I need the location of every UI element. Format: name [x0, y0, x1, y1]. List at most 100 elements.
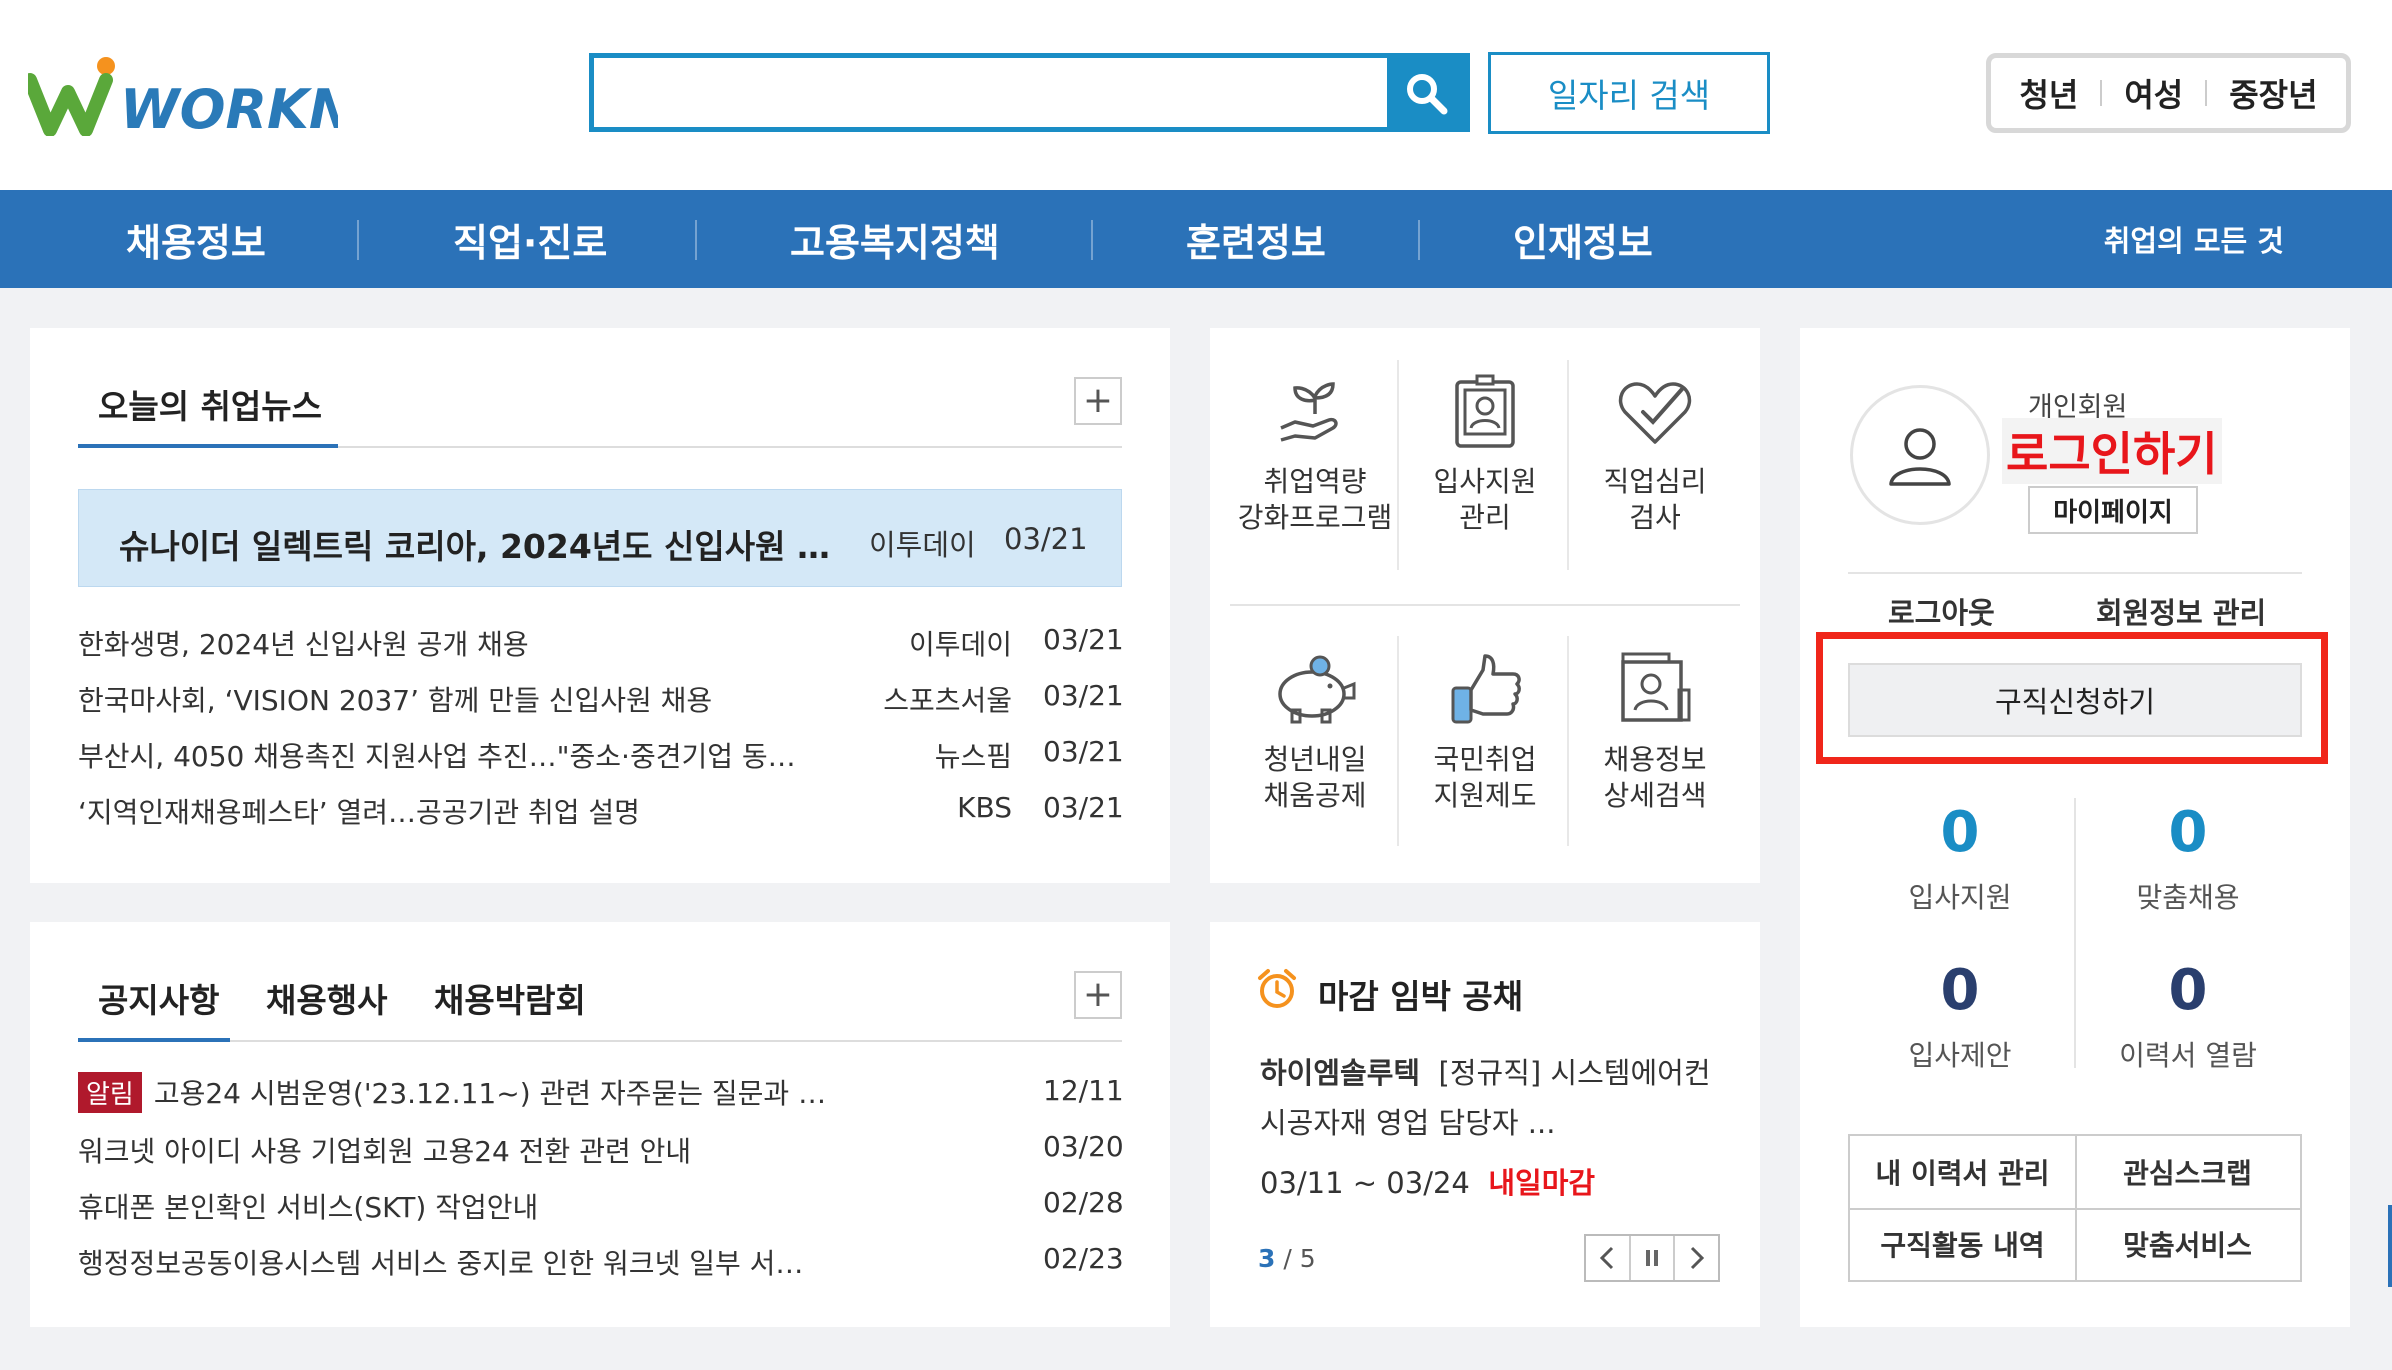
news-title-underline: [78, 444, 338, 448]
news-title[interactable]: 오늘의 취업뉴스: [98, 380, 322, 428]
pause-icon: [1646, 1250, 1658, 1266]
notice-item-date: 12/11: [1043, 1074, 1124, 1107]
notice-item-title[interactable]: 휴대폰 본인확인 서비스(SKT) 작업안내: [78, 1186, 538, 1226]
deadline-title[interactable]: 마감 임박 공채: [1318, 970, 1523, 1018]
deadline-urgent-badge: 내일마감: [1488, 1166, 1596, 1200]
grid-divider: [1230, 604, 1740, 606]
news-item-title[interactable]: 한화생명, 2024년 신입사원 공개 채용: [78, 623, 529, 663]
nav-item-welfare-policy[interactable]: 고용복지정책: [790, 190, 1000, 288]
tab-job-fair[interactable]: 채용박람회: [434, 974, 586, 1022]
nav-item-talent[interactable]: 인재정보: [1513, 190, 1653, 288]
deadline-job-title: [정규직] 시스템에어컨: [1438, 1056, 1711, 1090]
news-highlight-source: 이투데이: [869, 528, 976, 562]
heart-check-icon: [1618, 382, 1692, 444]
sprout-hand-icon: [1280, 382, 1338, 442]
stat-applications-label: 입사지원: [1908, 881, 2012, 914]
my-resume-button[interactable]: 내 이력서 관리: [1850, 1136, 2075, 1208]
service-youth-savings[interactable]: 청년내일 채움공제: [1230, 648, 1400, 814]
scrollbar-thumb[interactable]: [2388, 1205, 2392, 1287]
nav-all-about-jobs[interactable]: 취업의 모든 것: [2104, 190, 2284, 288]
news-highlight-title: 슈나이더 일렉트릭 코리아, 2024년도 신입사원 …: [119, 527, 830, 566]
notice-item-title[interactable]: 워크넷 아이디 사용 기업회원 고용24 전환 관련 안내: [78, 1130, 691, 1170]
nav-divider: [357, 220, 359, 260]
prev-button[interactable]: [1586, 1236, 1631, 1280]
custom-service-button[interactable]: 맞춤서비스: [2075, 1208, 2300, 1280]
scrap-button[interactable]: 관심스크랩: [2075, 1136, 2300, 1208]
worknet-logo[interactable]: WORKNET: [28, 56, 338, 136]
service-application-management[interactable]: 입사지원 관리: [1400, 370, 1570, 536]
nav-item-recruitment[interactable]: 채용정보: [126, 190, 266, 288]
highlight-box: [1816, 632, 2328, 764]
search-icon: [1407, 73, 1448, 114]
deadline-job-line2[interactable]: 시공자재 영업 담당자 ...: [1260, 1100, 1555, 1142]
main-nav: 채용정보 직업·진로 고용복지정책 훈련정보 인재정보 취업의 모든 것: [0, 190, 2392, 288]
thumbs-up-icon: [1451, 654, 1521, 724]
login-link[interactable]: 로그인하기: [2002, 418, 2222, 484]
nav-item-training[interactable]: 훈련정보: [1186, 190, 1326, 288]
news-item-source: KBS: [957, 791, 1012, 824]
notice-item-date: 02/23: [1043, 1242, 1124, 1275]
service-job-detail-search[interactable]: 채용정보 상세검색: [1570, 648, 1740, 814]
news-item-date: 03/21: [1043, 623, 1124, 656]
header: WORKNET 일자리 검색 청년 여성 중장년: [0, 0, 2392, 190]
stat-resume-views-count[interactable]: 0: [2128, 958, 2248, 1023]
alert-badge: 알림: [78, 1072, 142, 1113]
tab-hiring-events[interactable]: 채용행사: [266, 974, 387, 1022]
worknet-logo-icon: WORKNET: [28, 57, 338, 136]
service-label: 청년내일 채움공제: [1263, 743, 1367, 812]
chevron-right-icon: [1690, 1246, 1704, 1270]
news-item-date: 03/21: [1043, 791, 1124, 824]
notice-item-title: 고용24 시범운영('23.12.11~) 관련 자주묻는 질문과 …: [153, 1077, 827, 1110]
service-label: 취업역량 강화프로그램: [1237, 465, 1393, 534]
tab-middle-aged[interactable]: 중장년: [2207, 70, 2339, 116]
service-label: 직업심리 검사: [1603, 465, 1707, 534]
search-bar: [589, 53, 1470, 132]
news-item-date: 03/21: [1043, 679, 1124, 712]
service-psych-test[interactable]: 직업심리 검사: [1570, 370, 1740, 536]
notice-tab-underline: [78, 1038, 230, 1042]
news-item-title[interactable]: ‘지역인재채용페스타’ 열려…공공기관 취업 설명: [78, 791, 640, 831]
deadline-period-row: 03/11 ~ 03/24 내일마감: [1260, 1160, 1595, 1202]
service-label: 채용정보 상세검색: [1603, 743, 1707, 812]
stat-applications-count[interactable]: 0: [1900, 800, 2020, 865]
service-job-skills-program[interactable]: 취업역량 강화프로그램: [1230, 370, 1400, 536]
notice-more-button[interactable]: +: [1074, 971, 1122, 1019]
deadline-job-line1[interactable]: 하이엠솔루텍 [정규직] 시스템에어컨: [1260, 1050, 1711, 1092]
profile-search-icon: [1621, 652, 1691, 722]
deadline-pager-count: 3 / 5: [1258, 1244, 1316, 1273]
news-item-title[interactable]: 한국마사회, ‘VISION 2037’ 함께 만들 신입사원 채용: [78, 679, 712, 719]
deadline-period: 03/11 ~ 03/24: [1260, 1166, 1470, 1200]
user-icon: [1889, 428, 1951, 486]
stat-matched-jobs-count[interactable]: 0: [2128, 800, 2248, 865]
notice-item[interactable]: 알림 고용24 시범운영('23.12.11~) 관련 자주묻는 질문과 …: [78, 1072, 826, 1113]
search-button[interactable]: [1387, 58, 1465, 127]
pause-button[interactable]: [1631, 1236, 1676, 1280]
nav-item-career[interactable]: 직업·진로: [453, 190, 607, 288]
news-item-source: 스포츠서울: [883, 684, 1012, 717]
page-total: / 5: [1283, 1244, 1316, 1273]
news-more-button[interactable]: +: [1074, 377, 1122, 425]
divider: [1848, 572, 2302, 574]
mypage-button[interactable]: 마이페이지: [2028, 486, 2198, 534]
tab-notice[interactable]: 공지사항: [98, 974, 219, 1022]
piggy-bank-icon: [1278, 655, 1356, 724]
logout-link[interactable]: 로그아웃: [1888, 590, 1995, 632]
tab-women[interactable]: 여성: [2102, 70, 2205, 116]
avatar: [1850, 385, 1990, 525]
notice-tab-rule: [78, 1040, 1122, 1042]
service-national-employment-support[interactable]: 국민취업 지원제도: [1400, 648, 1570, 814]
job-search-button[interactable]: 일자리 검색: [1488, 52, 1770, 134]
notice-item-title[interactable]: 행정정보공동이용시스템 서비스 중지로 인한 워크넷 일부 서…: [78, 1242, 803, 1282]
stat-offers-count[interactable]: 0: [1900, 958, 2020, 1023]
job-activity-button[interactable]: 구직활동 내역: [1850, 1208, 2075, 1280]
member-info-link[interactable]: 회원정보 관리: [2096, 590, 2266, 632]
notice-item-date: 03/20: [1043, 1130, 1124, 1163]
search-input[interactable]: [594, 58, 1387, 127]
service-label: 입사지원 관리: [1433, 465, 1537, 534]
deadline-company: 하이엠솔루텍: [1260, 1056, 1421, 1090]
stats-divider: [2074, 798, 2076, 1068]
tab-youth[interactable]: 청년: [1997, 70, 2100, 116]
news-item-title[interactable]: 부산시, 4050 채용촉진 지원사업 추진…"중소·중견기업 동…: [78, 735, 796, 775]
news-highlight-item[interactable]: 슈나이더 일렉트릭 코리아, 2024년도 신입사원 … 이투데이 03/21: [78, 489, 1122, 587]
next-button[interactable]: [1675, 1236, 1718, 1280]
